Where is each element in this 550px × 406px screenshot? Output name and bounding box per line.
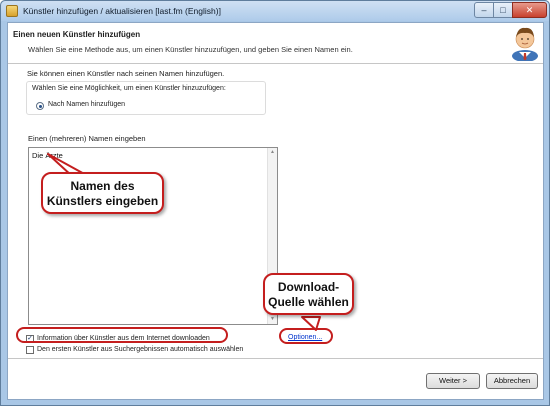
intro-text: Sie können einen Künstler nach seinen Na… [27, 69, 225, 78]
footer-separator [8, 358, 543, 359]
download-callout: Download- Quelle wählen [263, 273, 354, 315]
scroll-down-icon[interactable]: ▼ [268, 315, 277, 324]
header-title: Einen neuen Künstler hinzufügen [13, 30, 141, 39]
method-group-label: Wählen Sie eine Möglichkeit, um einen Kü… [32, 85, 226, 92]
window-title: Künstler hinzufügen / aktualisieren [las… [23, 6, 221, 16]
auto-select-checkbox[interactable] [26, 346, 34, 354]
names-label: Einen (mehreren) Namen eingeben [28, 134, 146, 143]
names-callout-line2: Künstlers eingeben [46, 194, 159, 208]
radio-add-by-name-label[interactable]: Nach Namen hinzufügen [48, 101, 125, 108]
user-icon [512, 27, 538, 61]
header-separator [8, 63, 543, 64]
names-callout-line1: Namen des [70, 179, 135, 193]
close-button[interactable]: ✕ [512, 2, 547, 18]
maximize-button[interactable]: □ [493, 2, 513, 18]
download-callout-line1: Download- [277, 280, 340, 294]
checkbox-highlight [16, 327, 228, 343]
auto-select-label[interactable]: Den ersten Künstler aus Suchergebnissen … [37, 346, 243, 353]
app-icon [6, 5, 18, 17]
cancel-button[interactable]: Abbrechen [486, 373, 538, 389]
names-input-value[interactable]: Die Ärzte [32, 151, 63, 160]
method-group: Wählen Sie eine Möglichkeit, um einen Kü… [26, 81, 266, 115]
next-button[interactable]: Weiter > [426, 373, 480, 389]
title-bar[interactable]: Künstler hinzufügen / aktualisieren [las… [1, 1, 549, 21]
radio-add-by-name[interactable] [36, 102, 44, 110]
download-callout-line2: Quelle wählen [268, 295, 349, 309]
wizard-header: Einen neuen Künstler hinzufügen Wählen S… [8, 23, 543, 63]
scroll-up-icon[interactable]: ▲ [268, 148, 277, 157]
names-callout: Namen des Künstlers eingeben [41, 172, 164, 214]
minimize-button[interactable]: – [474, 2, 494, 18]
options-highlight [279, 328, 333, 344]
header-subtitle: Wählen Sie eine Methode aus, um einen Kü… [28, 45, 353, 54]
